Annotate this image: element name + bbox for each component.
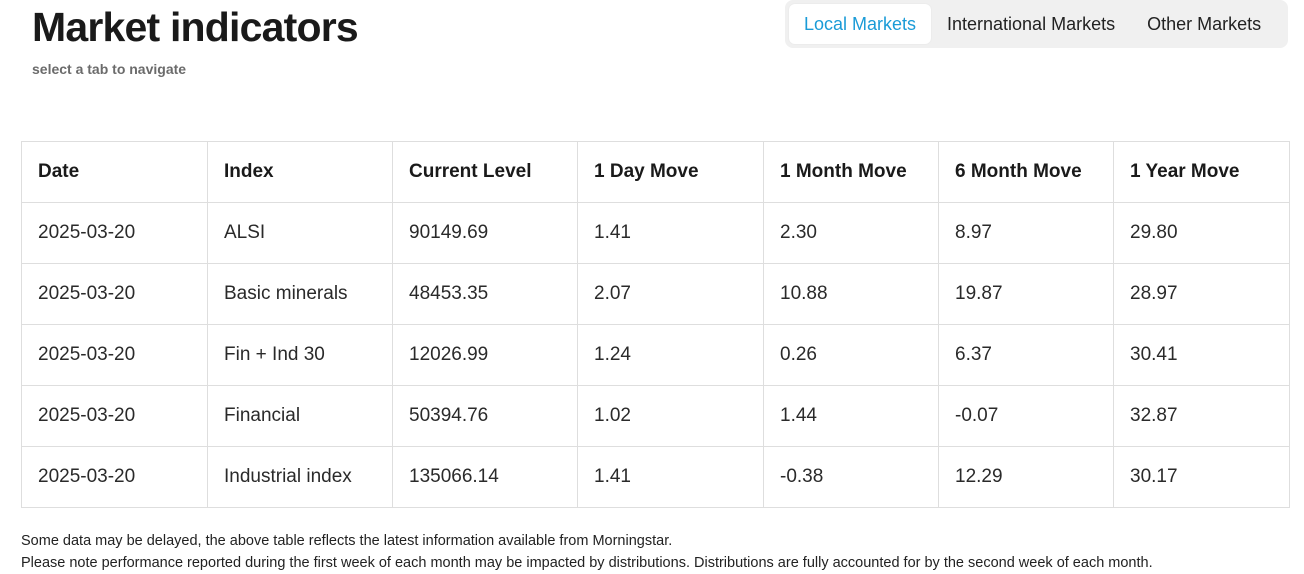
cell-current-level: 12026.99 <box>392 324 578 386</box>
cell-date: 2025-03-20 <box>21 385 208 447</box>
column-header: 1 Year Move <box>1113 141 1290 203</box>
cell-index: Industrial index <box>207 446 393 508</box>
cell-1-day-move: 1.41 <box>577 202 764 264</box>
cell-date: 2025-03-20 <box>21 324 208 386</box>
cell-index: Fin + Ind 30 <box>207 324 393 386</box>
tab-other-markets[interactable]: Other Markets <box>1131 4 1277 44</box>
cell-6-month-move: 6.37 <box>938 324 1114 386</box>
cell-date: 2025-03-20 <box>21 446 208 508</box>
table-row: 2025-03-20 ALSI 90149.69 1.41 2.30 8.97 … <box>21 202 1290 264</box>
cell-1-month-move: -0.38 <box>763 446 939 508</box>
cell-1-month-move: 10.88 <box>763 263 939 325</box>
cell-6-month-move: -0.07 <box>938 385 1114 447</box>
table-row: 2025-03-20 Industrial index 135066.14 1.… <box>21 446 1290 508</box>
column-header: 1 Month Move <box>763 141 939 203</box>
cell-current-level: 90149.69 <box>392 202 578 264</box>
cell-1-day-move: 1.02 <box>577 385 764 447</box>
page-title: Market indicators <box>32 4 359 50</box>
column-header: Current Level <box>392 141 578 203</box>
cell-1-month-move: 0.26 <box>763 324 939 386</box>
cell-1-day-move: 1.24 <box>577 324 764 386</box>
market-tabs: Local Markets International Markets Othe… <box>785 0 1288 48</box>
cell-index: ALSI <box>207 202 393 264</box>
cell-1-month-move: 1.44 <box>763 385 939 447</box>
tab-international-markets[interactable]: International Markets <box>931 4 1131 44</box>
cell-date: 2025-03-20 <box>21 263 208 325</box>
cell-1-month-move: 2.30 <box>763 202 939 264</box>
page-subtitle: select a tab to navigate <box>32 61 187 77</box>
cell-1-year-move: 30.17 <box>1113 446 1290 508</box>
disclaimer-notes: Some data may be delayed, the above tabl… <box>21 530 1153 574</box>
page: Market indicators select a tab to naviga… <box>0 0 1304 574</box>
table-header-row: Date Index Current Level 1 Day Move 1 Mo… <box>21 141 1290 203</box>
table-row: 2025-03-20 Basic minerals 48453.35 2.07 … <box>21 263 1290 325</box>
column-header: Date <box>21 141 208 203</box>
column-header: 6 Month Move <box>938 141 1114 203</box>
cell-current-level: 135066.14 <box>392 446 578 508</box>
disclaimer-line: Please note performance reported during … <box>21 555 1153 571</box>
column-header: Index <box>207 141 393 203</box>
cell-6-month-move: 8.97 <box>938 202 1114 264</box>
cell-6-month-move: 19.87 <box>938 263 1114 325</box>
table-row: 2025-03-20 Fin + Ind 30 12026.99 1.24 0.… <box>21 324 1290 386</box>
cell-1-year-move: 29.80 <box>1113 202 1290 264</box>
cell-date: 2025-03-20 <box>21 202 208 264</box>
table-row: 2025-03-20 Financial 50394.76 1.02 1.44 … <box>21 385 1290 447</box>
cell-current-level: 50394.76 <box>392 385 578 447</box>
cell-index: Basic minerals <box>207 263 393 325</box>
cell-6-month-move: 12.29 <box>938 446 1114 508</box>
cell-1-year-move: 32.87 <box>1113 385 1290 447</box>
cell-current-level: 48453.35 <box>392 263 578 325</box>
column-header: 1 Day Move <box>577 141 764 203</box>
cell-1-day-move: 1.41 <box>577 446 764 508</box>
disclaimer-line: Some data may be delayed, the above tabl… <box>21 533 673 549</box>
cell-1-year-move: 30.41 <box>1113 324 1290 386</box>
cell-index: Financial <box>207 385 393 447</box>
market-indicators-table: Date Index Current Level 1 Day Move 1 Mo… <box>21 141 1290 508</box>
cell-1-year-move: 28.97 <box>1113 263 1290 325</box>
cell-1-day-move: 2.07 <box>577 263 764 325</box>
tab-local-markets[interactable]: Local Markets <box>789 4 931 44</box>
